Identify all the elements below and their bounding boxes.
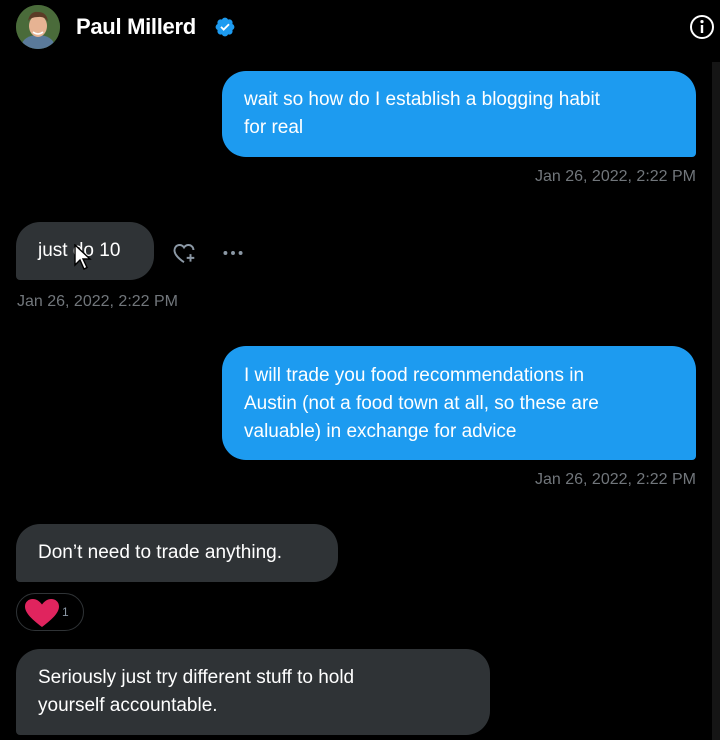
contact-name[interactable]: Paul Millerd	[76, 14, 196, 40]
message-timestamp: Jan 26, 2022, 2:22 PM	[535, 168, 696, 185]
message-bubble-incoming[interactable]: Seriously just try different stuff to ho…	[16, 649, 490, 735]
verified-badge-icon	[215, 17, 235, 37]
message-bubble-outgoing[interactable]: I will trade you food recommendations in…	[222, 346, 696, 460]
message-bubble-outgoing[interactable]: wait so how do I establish a blogging ha…	[222, 71, 696, 157]
avatar[interactable]	[16, 5, 60, 49]
message-timestamp: Jan 26, 2022, 2:22 PM	[17, 293, 178, 310]
mouse-cursor-icon	[74, 244, 92, 270]
conversation-header: Paul Millerd	[0, 0, 720, 56]
info-icon[interactable]	[688, 13, 716, 41]
reaction-badge[interactable]: 1	[16, 593, 84, 631]
heart-icon	[25, 599, 59, 627]
react-heart-icon[interactable]	[171, 240, 197, 266]
message-timestamp: Jan 26, 2022, 2:22 PM	[535, 471, 696, 488]
reaction-count: 1	[62, 605, 69, 619]
scrollbar-track[interactable]	[712, 62, 720, 740]
more-options-icon[interactable]	[220, 240, 246, 266]
message-bubble-incoming[interactable]: Don’t need to trade anything.	[16, 524, 338, 582]
